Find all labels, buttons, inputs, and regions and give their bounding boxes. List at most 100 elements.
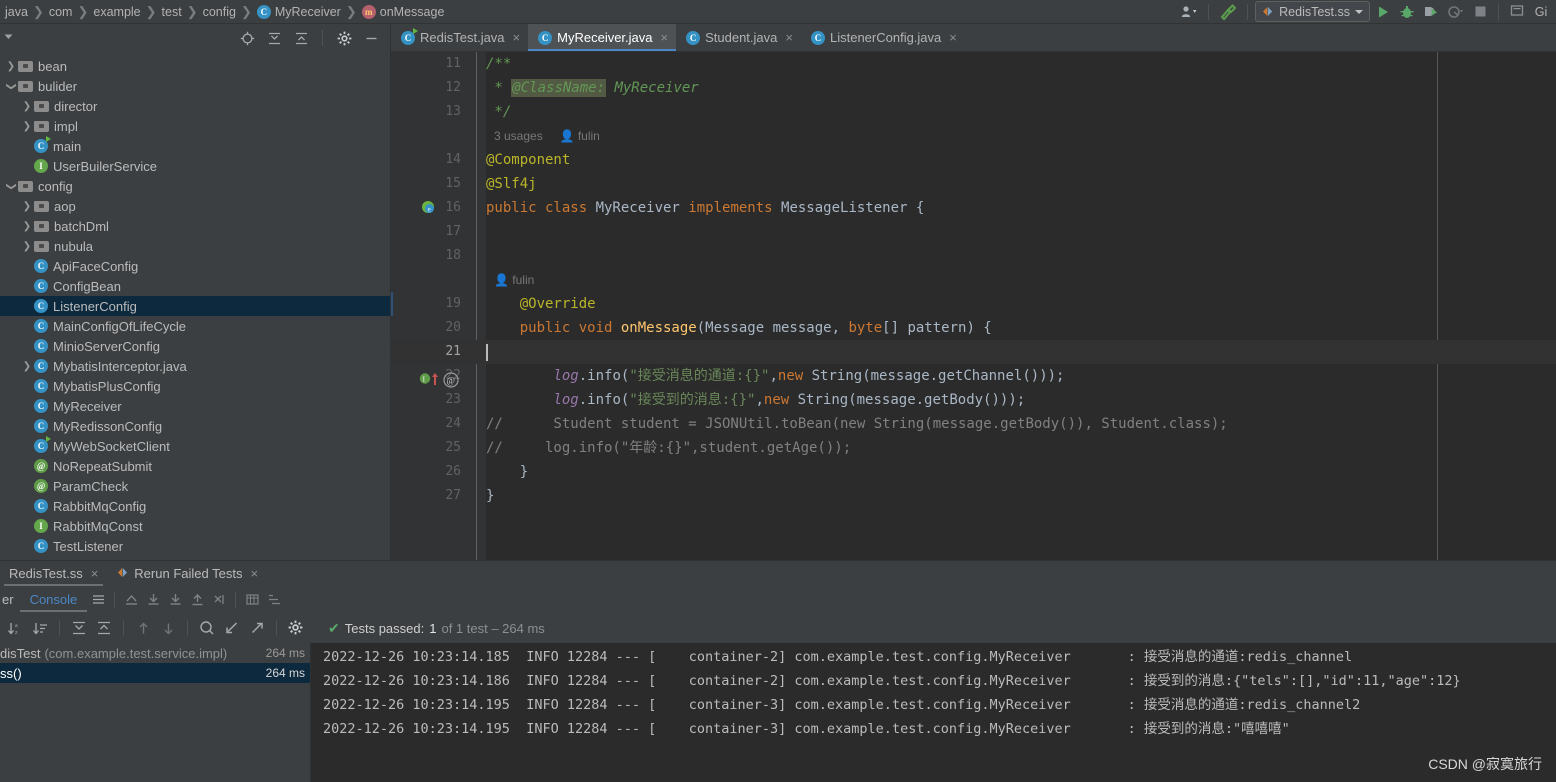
breadcrumb-item-config[interactable]: config <box>200 5 239 19</box>
author-hint[interactable]: 👤 fulin <box>560 129 600 143</box>
settings-icon[interactable] <box>333 27 355 49</box>
breadcrumb-item-myreceiver[interactable]: C MyReceiver <box>254 4 344 19</box>
tree-node-mybatisplusconfig[interactable]: C MybatisPlusConfig <box>0 376 390 396</box>
profile-icon[interactable] <box>1444 1 1467 23</box>
tree-node-bulider[interactable]: ❯ bulider <box>0 76 390 96</box>
tree-node-director[interactable]: ❯ director <box>0 96 390 116</box>
prev-test-icon[interactable] <box>132 617 154 639</box>
usages-hint[interactable]: 3 usages <box>494 129 543 143</box>
tree-node-bean[interactable]: ❯ bean <box>0 56 390 76</box>
debug-icon[interactable] <box>1396 1 1418 23</box>
tree-node-main[interactable]: Cmain <box>0 136 390 156</box>
run-tab-redistest-ss[interactable]: RedisTest.ss × <box>0 561 107 586</box>
menu-icon[interactable] <box>87 589 109 611</box>
expand-all-tests-icon[interactable] <box>68 617 90 639</box>
tree-node-nubula[interactable]: ❯ nubula <box>0 236 390 256</box>
console-output[interactable]: 2022-12-26 10:23:14.185 INFO 12284 --- [… <box>311 643 1556 782</box>
editor-fold-column[interactable] <box>468 52 486 560</box>
upload-icon[interactable] <box>186 589 208 611</box>
subtab-er[interactable]: er <box>0 592 20 607</box>
project-tree[interactable]: ❯ bean ❯ bulider ❯ director ❯ impl Cmain I UserBui… <box>0 52 390 560</box>
project-root-collapse-icon[interactable] <box>3 30 14 45</box>
test-row[interactable]: disTest (com.example.test.service.impl) 26… <box>0 643 311 663</box>
tree-node-testlistener[interactable]: C TestListener <box>0 536 390 556</box>
test-row[interactable]: ss() 264 ms <box>0 663 311 683</box>
tree-node-mybatisinterceptorjava[interactable]: ❯ C MybatisInterceptor.java <box>0 356 390 376</box>
breadcrumb-item-java[interactable]: java <box>2 5 31 19</box>
editor-tab-student[interactable]: C Student.java × <box>676 24 801 51</box>
close-icon[interactable]: × <box>250 566 258 581</box>
run-tab-rerun-failed-tests[interactable]: Rerun Failed Tests × <box>107 561 267 586</box>
user-profiler-icon[interactable] <box>1178 1 1201 23</box>
tree-node-config[interactable]: ❯ config <box>0 176 390 196</box>
sort-duration-icon[interactable] <box>29 617 51 639</box>
git-label[interactable]: Gi <box>1530 1 1552 23</box>
table-view-icon[interactable] <box>241 589 263 611</box>
close-icon[interactable]: × <box>513 30 521 45</box>
download-icon[interactable] <box>142 589 164 611</box>
editor-tab-myreceiver[interactable]: C MyReceiver.java × <box>528 24 677 51</box>
close-icon[interactable]: × <box>91 566 99 581</box>
tree-node-myredissonconfig[interactable]: C MyRedissonConfig <box>0 416 390 436</box>
tree-node-minioserverconfig[interactable]: C MinioServerConfig <box>0 336 390 356</box>
chevron-right-icon[interactable]: ❯ <box>20 241 34 252</box>
run-with-coverage-icon[interactable] <box>1420 1 1442 23</box>
tree-node-configbean[interactable]: C ConfigBean <box>0 276 390 296</box>
tree-node-mywebsocketclient[interactable]: C MyWebSocketClient <box>0 436 390 456</box>
test-settings-icon[interactable] <box>285 617 307 639</box>
tree-node-norepeatsubmit[interactable]: @ NoRepeatSubmit <box>0 456 390 476</box>
hide-panel-icon[interactable] <box>360 27 382 49</box>
tree-node-impl[interactable]: ❯ impl <box>0 116 390 136</box>
breadcrumb-item-test[interactable]: test <box>159 5 185 19</box>
annotation-gutter-icon[interactable]: @ <box>443 372 459 391</box>
collapse-all-tests-icon[interactable] <box>93 617 115 639</box>
search-tests-icon[interactable] <box>196 617 218 639</box>
test-results-tree[interactable]: disTest (com.example.test.service.impl) 26… <box>0 643 311 782</box>
wrap-text-icon[interactable] <box>208 589 230 611</box>
close-icon[interactable]: × <box>785 30 793 45</box>
tree-node-paramcheck[interactable]: @ ParamCheck <box>0 476 390 496</box>
collapse-all-icon[interactable] <box>290 27 312 49</box>
editor-tab-redistest[interactable]: C RedisTest.java × <box>391 24 528 51</box>
chevron-right-icon[interactable]: ❯ <box>20 221 34 232</box>
tree-node-userbuilerservice[interactable]: I UserBuilerService <box>0 156 390 176</box>
chevron-right-icon[interactable]: ❯ <box>20 361 34 372</box>
close-icon[interactable]: × <box>949 30 957 45</box>
locate-icon[interactable] <box>236 27 258 49</box>
override-arrow-icon[interactable] <box>431 372 439 389</box>
breadcrumb-item-com[interactable]: com <box>46 5 76 19</box>
chevron-right-icon[interactable]: ❯ <box>20 121 34 132</box>
tree-node-aop[interactable]: ❯ aop <box>0 196 390 216</box>
hammer-icon[interactable] <box>1216 1 1240 23</box>
tree-node-apifaceconfig[interactable]: C ApiFaceConfig <box>0 256 390 276</box>
close-icon[interactable]: × <box>661 30 669 45</box>
code-lines[interactable]: /** * @ClassName: MyReceiver */ 3 usages … <box>486 52 1556 560</box>
chevron-down-icon[interactable]: ❯ <box>6 179 17 193</box>
download-all-icon[interactable] <box>164 589 186 611</box>
tree-node-rabbitmqconfig[interactable]: C RabbitMqConfig <box>0 496 390 516</box>
editor-tab-listenerconfig[interactable]: C ListenerConfig.java × <box>801 24 965 51</box>
next-test-icon[interactable] <box>157 617 179 639</box>
tree-node-myreceiver[interactable]: C MyReceiver <box>0 396 390 416</box>
import-tests-icon[interactable] <box>221 617 243 639</box>
chevron-right-icon[interactable]: ❯ <box>4 61 18 72</box>
export-tests-icon[interactable] <box>246 617 268 639</box>
breadcrumb-item-onmessage[interactable]: m onMessage <box>359 4 448 19</box>
spring-bean-icon[interactable]: e <box>421 200 436 218</box>
chevron-right-icon[interactable]: ❯ <box>20 201 34 212</box>
tree-node-listenerconfig[interactable]: C ListenerConfig <box>0 296 390 316</box>
tree-node-rabbitmqconst[interactable]: I RabbitMqConst <box>0 516 390 536</box>
author-hint[interactable]: 👤 fulin <box>494 273 534 287</box>
sort-alpha-icon[interactable]: az <box>4 617 26 639</box>
tree-view-icon[interactable] <box>263 589 285 611</box>
breadcrumb-item-example[interactable]: example <box>90 5 143 19</box>
chevron-right-icon[interactable]: ❯ <box>20 101 34 112</box>
tree-node-mainconfigoflifecycle[interactable]: C MainConfigOfLifeCycle <box>0 316 390 336</box>
subtab-console[interactable]: Console <box>19 587 88 612</box>
code-editor[interactable]: 11 12 13 14 15 16 17 18 19 20 21 22 23 24 25 26 27 /** *… <box>391 52 1556 560</box>
chevron-down-icon[interactable]: ❯ <box>6 79 17 93</box>
export-icon[interactable] <box>120 589 142 611</box>
search-everywhere-icon[interactable] <box>1506 1 1528 23</box>
expand-all-icon[interactable] <box>263 27 285 49</box>
run-configuration-selector[interactable]: RedisTest.ss <box>1255 1 1370 22</box>
